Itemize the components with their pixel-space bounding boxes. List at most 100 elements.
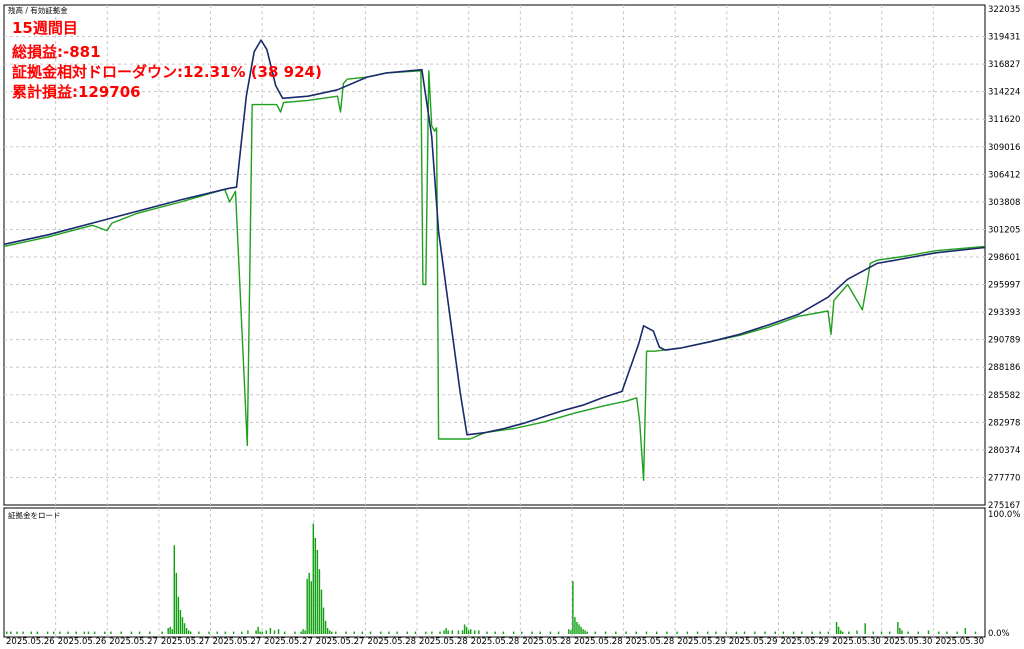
x-tick-label: 2025.05.30 xyxy=(884,637,933,647)
load-bar xyxy=(502,631,505,634)
load-bar xyxy=(345,631,347,634)
overlay-week: 15週間目 xyxy=(12,19,78,37)
load-bar xyxy=(187,630,190,634)
load-bar xyxy=(946,631,948,634)
overlay-total-pl: 総損益:-881 xyxy=(12,43,101,61)
load-bar xyxy=(774,631,776,634)
sub-panel: 100.0% 0.0% 証拠金をロード xyxy=(3,507,1020,639)
load-bar xyxy=(443,630,445,634)
load-bar xyxy=(531,631,533,634)
x-tick-label: 2025.05.30 xyxy=(935,637,984,647)
load-bar xyxy=(314,538,317,634)
main-y-tick-label: 288186 xyxy=(988,363,1020,373)
load-bar xyxy=(521,631,523,634)
load-bar xyxy=(241,631,243,634)
load-bar xyxy=(304,630,306,634)
load-bar xyxy=(396,631,398,634)
load-bar xyxy=(161,631,163,634)
load-bar xyxy=(310,581,312,634)
load-bar xyxy=(138,631,141,634)
load-bar xyxy=(848,631,850,634)
load-bar xyxy=(576,622,578,634)
load-bar xyxy=(22,631,24,634)
load-bar xyxy=(574,617,576,634)
load-bar xyxy=(956,631,958,634)
chart-root: 322035 319431 316827 314224 311620 309016 3064… xyxy=(3,4,1020,647)
load-bar xyxy=(10,631,12,634)
load-bar xyxy=(277,629,280,634)
load-bar xyxy=(110,631,112,634)
load-bar xyxy=(259,631,261,634)
load-bar xyxy=(369,631,372,634)
load-bar xyxy=(856,630,858,634)
load-bar xyxy=(582,629,584,634)
main-y-tick-label: 309016 xyxy=(988,143,1020,153)
load-bar xyxy=(255,630,257,634)
load-bar xyxy=(6,631,8,634)
load-bar xyxy=(261,631,263,634)
load-bar xyxy=(445,628,447,634)
load-bar xyxy=(425,631,427,634)
load-bar xyxy=(283,631,286,634)
x-tick-label: 2025.05.26 xyxy=(58,637,107,647)
load-bar xyxy=(104,631,106,634)
load-bar xyxy=(792,631,795,634)
main-y-tick-label: 303808 xyxy=(988,198,1020,208)
load-bar xyxy=(743,631,746,634)
load-bar xyxy=(46,631,49,634)
x-ticks: 2025.05.26 2025.05.26 2025.05.27 2025.05.27… xyxy=(6,637,984,647)
main-y-tick-label: 316827 xyxy=(988,60,1020,70)
load-bar xyxy=(666,631,668,634)
x-tick-label: 2025.05.27 xyxy=(109,637,158,647)
load-bar xyxy=(87,631,90,634)
load-bar xyxy=(306,578,308,634)
load-bar xyxy=(380,631,382,634)
load-bar xyxy=(171,629,173,634)
main-y-tick-label: 314224 xyxy=(988,88,1020,98)
load-bar xyxy=(30,631,32,634)
main-legend: 残高 / 有効証拠金 xyxy=(8,5,68,15)
x-tick-label: 2025.05.28 xyxy=(471,637,520,647)
x-tick-label: 2025.05.27 xyxy=(213,637,262,647)
main-y-tick-label: 301205 xyxy=(988,225,1020,235)
load-bar xyxy=(361,631,364,634)
sub-y-tick-label: 0.0% xyxy=(988,629,1010,639)
load-bar xyxy=(439,631,441,634)
x-tick-label: 2025.05.30 xyxy=(832,637,881,647)
load-bar xyxy=(568,629,570,634)
load-bar xyxy=(604,631,607,634)
load-bar xyxy=(265,630,268,634)
load-bar xyxy=(326,628,329,634)
load-bar xyxy=(167,628,169,634)
load-bar xyxy=(557,631,560,634)
load-bar xyxy=(917,631,920,634)
load-bar xyxy=(198,631,200,634)
load-bar xyxy=(512,631,515,634)
sub-plot-area xyxy=(3,507,986,638)
load-bar xyxy=(901,630,903,634)
load-bar xyxy=(130,631,133,634)
load-bar xyxy=(302,629,304,634)
load-bar xyxy=(173,545,176,634)
load-bar xyxy=(974,631,977,634)
load-bar xyxy=(474,630,476,634)
load-bar xyxy=(322,607,325,634)
load-bar xyxy=(715,631,717,634)
load-bar xyxy=(570,630,572,634)
load-bar xyxy=(655,631,658,634)
load-bar xyxy=(169,626,171,634)
x-tick-label: 2025.05.28 xyxy=(367,637,416,647)
x-tick-label: 2025.05.28 xyxy=(419,637,468,647)
load-bar xyxy=(676,631,678,634)
load-bar xyxy=(216,631,218,634)
main-y-ticks: 322035 319431 316827 314224 311620 309016 3064… xyxy=(988,5,1020,511)
load-bar xyxy=(224,631,227,634)
load-bar xyxy=(686,631,689,634)
load-bar xyxy=(486,631,488,634)
load-bar xyxy=(414,631,417,634)
load-bar xyxy=(819,631,821,634)
main-y-tick-label: 277770 xyxy=(988,473,1020,483)
load-bar xyxy=(316,550,319,634)
load-bar xyxy=(269,628,272,634)
load-bar xyxy=(185,628,188,634)
